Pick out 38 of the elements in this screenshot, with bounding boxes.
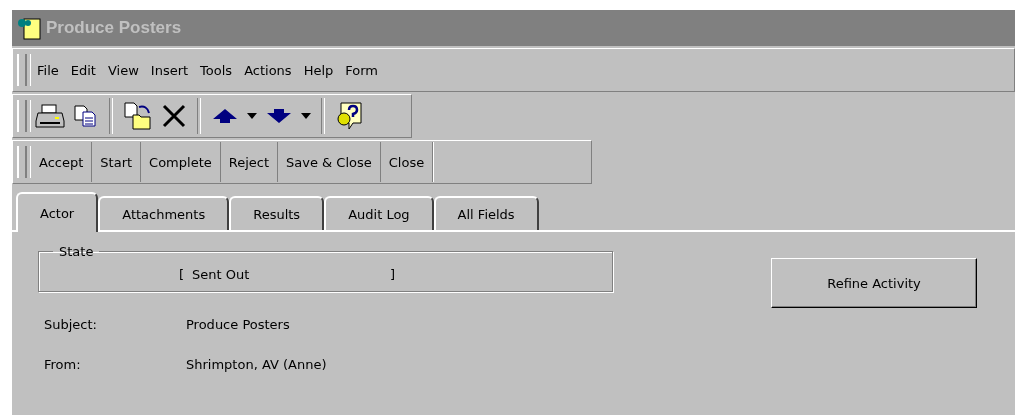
folder-icon[interactable] xyxy=(123,101,153,131)
menu-item[interactable]: Edit xyxy=(64,62,102,78)
dropdown-caret-icon[interactable] xyxy=(247,113,257,119)
menu-item[interactable]: View xyxy=(101,62,145,78)
menu-item[interactable]: Actions xyxy=(238,62,298,78)
action-button[interactable]: Save & Close xyxy=(278,142,381,182)
tab[interactable]: All Fields xyxy=(433,196,539,230)
action-button[interactable]: Start xyxy=(92,142,142,182)
app-icon xyxy=(16,15,42,41)
group-label: State xyxy=(58,244,95,259)
menu-item[interactable]: Insert xyxy=(144,62,195,78)
field-value: Shrimpton, AV (Anne) xyxy=(186,356,328,372)
tab[interactable]: Actor xyxy=(16,192,99,232)
refine-activity-button[interactable]: Refine Activity xyxy=(771,258,977,308)
dropdown-caret-icon[interactable] xyxy=(301,113,311,119)
field-label: From: xyxy=(44,356,82,372)
menu-item[interactable]: Help xyxy=(297,62,340,78)
state-value: Sent Out xyxy=(192,267,251,282)
action-button[interactable]: Complete xyxy=(141,142,221,182)
bracket: [ xyxy=(179,267,185,282)
field-value: Produce Posters xyxy=(186,316,291,332)
copy-icon[interactable] xyxy=(73,104,99,128)
action-button[interactable]: Reject xyxy=(220,142,279,182)
menu-item[interactable]: File xyxy=(31,62,65,78)
menu-item[interactable]: Tools xyxy=(194,62,239,78)
field-label: Subject: xyxy=(44,316,98,332)
delete-icon[interactable] xyxy=(161,103,187,129)
tab[interactable]: Results xyxy=(229,196,325,230)
tab[interactable]: Audit Log xyxy=(324,196,434,230)
action-button[interactable]: Close xyxy=(380,142,434,182)
menu-item[interactable]: Form xyxy=(339,62,385,78)
help-icon[interactable] xyxy=(335,101,365,131)
tab[interactable]: Attachments xyxy=(98,196,230,230)
printer-icon[interactable] xyxy=(35,103,65,129)
window-title: Produce Posters xyxy=(46,18,182,38)
down-arrow-icon[interactable] xyxy=(265,107,293,125)
bracket: ] xyxy=(390,267,396,282)
up-arrow-icon[interactable] xyxy=(211,107,239,125)
